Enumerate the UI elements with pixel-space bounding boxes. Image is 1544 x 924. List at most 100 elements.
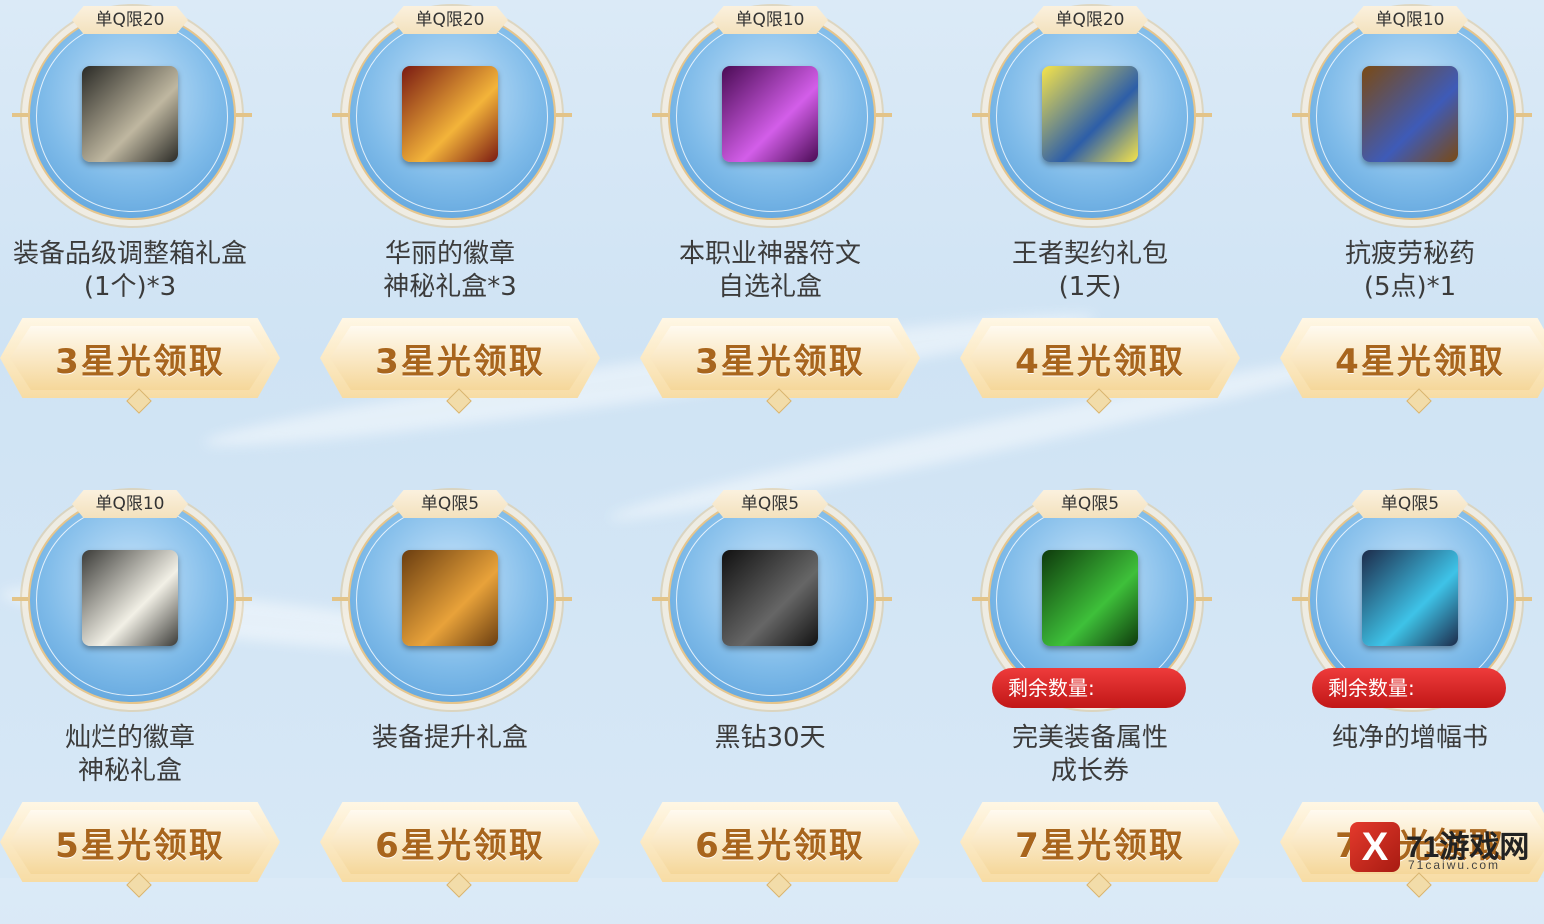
item-name-line2: 自选礼盒: [717, 272, 822, 302]
reward-card: 单Q限5 黑钻30天 6星光领取: [640, 484, 960, 924]
item-icon-ring: [12, 12, 252, 220]
item-icon-ring: [972, 12, 1212, 220]
item-icon-ring: [1292, 12, 1532, 220]
claim-button[interactable]: 5星光领取: [0, 802, 280, 882]
claim-button-label: 4星光领取: [1015, 341, 1185, 382]
claim-button[interactable]: 3星光领取: [640, 318, 920, 398]
reward-card: 单Q限10 本职业神器符文 自选礼盒 3星光领取: [640, 0, 960, 440]
watermark-logo-icon: X: [1350, 822, 1400, 872]
claim-button[interactable]: 3星光领取: [320, 318, 600, 398]
ring-spike: [332, 113, 348, 117]
purchase-limit-tag: 单Q限5: [392, 490, 508, 518]
claim-button[interactable]: 4星光领取: [1280, 318, 1544, 398]
ring-spike: [12, 597, 28, 601]
item-name-line1: 黑钻30天: [714, 723, 826, 753]
ring-spike: [556, 113, 572, 117]
claim-button-label: 3星光领取: [375, 341, 545, 382]
reward-card: 单Q限10 灿烂的徽章 神秘礼盒 5星光领取: [0, 484, 320, 924]
reward-card: 单Q限20 华丽的徽章 神秘礼盒*3 3星光领取: [320, 0, 640, 440]
claim-button-label: 4星光领取: [1335, 341, 1505, 382]
item-name-line2: (1天): [1058, 272, 1122, 302]
ring-spike: [332, 597, 348, 601]
dark-ornate-cube-icon: [82, 66, 178, 162]
watermark-domain: 71caiwu.com: [1408, 858, 1501, 872]
item-name-line1: 本职业神器符文: [678, 239, 861, 269]
green-sword-upgrade-icon: [1042, 550, 1138, 646]
purchase-limit-tag: 单Q限20: [392, 6, 508, 34]
ring-spike: [236, 597, 252, 601]
item-name-line2: 神秘礼盒: [77, 756, 182, 786]
item-name-line2: (1个)*3: [83, 272, 177, 302]
purchase-limit-tag: 单Q限20: [72, 6, 188, 34]
item-name-line1: 王者契约礼包: [1011, 239, 1168, 269]
item-name-line2: (5点)*1: [1363, 272, 1457, 302]
item-name-line1: 灿烂的徽章: [64, 723, 195, 753]
black-diamond-icon: [722, 550, 818, 646]
item-icon-ring: [652, 496, 892, 704]
golden-treasure-chest-icon: [402, 550, 498, 646]
item-name-line2: 神秘礼盒*3: [383, 272, 517, 302]
item-name-line1: 装备品级调整箱礼盒: [12, 239, 247, 269]
ring-spike: [12, 113, 28, 117]
claim-button-label: 5星光领取: [55, 825, 225, 866]
purchase-limit-tag: 单Q限10: [712, 6, 828, 34]
ring-spike: [1196, 597, 1212, 601]
purchase-limit-tag: 单Q限5: [1352, 490, 1468, 518]
ring-spike: [1292, 113, 1308, 117]
item-name: 装备品级调整箱礼盒 (1个)*3: [0, 238, 260, 304]
item-name-line1: 抗疲劳秘药: [1344, 239, 1475, 269]
ring-spike: [236, 113, 252, 117]
ring-spike: [1196, 113, 1212, 117]
purchase-limit-tag: 单Q限5: [1032, 490, 1148, 518]
ring-spike: [1516, 597, 1532, 601]
item-name: 纯净的增幅书: [1280, 722, 1540, 755]
purchase-limit-tag: 单Q限10: [72, 490, 188, 518]
site-watermark: X 71游戏网 71caiwu.com: [1344, 818, 1544, 878]
purchase-limit-tag: 单Q限10: [1352, 6, 1468, 34]
ring-spike: [556, 597, 572, 601]
item-name: 灿烂的徽章 神秘礼盒: [0, 722, 260, 788]
ring-spike: [972, 597, 988, 601]
blue-crystal-stone-icon: [1362, 550, 1458, 646]
claim-button[interactable]: 7星光领取: [960, 802, 1240, 882]
ring-spike: [652, 597, 668, 601]
claim-button-label: 3星光领取: [695, 341, 865, 382]
item-name: 完美装备属性 成长券: [960, 722, 1220, 788]
crossed-swords-contract-icon: [1042, 66, 1138, 162]
item-icon-ring: [12, 496, 252, 704]
claim-button-label: 6星光领取: [695, 825, 865, 866]
claim-button-label: 6星光领取: [375, 825, 545, 866]
ring-spike: [876, 113, 892, 117]
claim-button[interactable]: 3星光领取: [0, 318, 280, 398]
purchase-limit-tag: 单Q限20: [1032, 6, 1148, 34]
item-name-line1: 华丽的徽章: [384, 239, 515, 269]
item-icon-ring: [332, 496, 572, 704]
remaining-quantity-badge: 剩余数量:: [992, 668, 1186, 708]
item-name: 装备提升礼盒: [320, 722, 580, 755]
item-name: 抗疲劳秘药 (5点)*1: [1280, 238, 1540, 304]
item-name: 黑钻30天: [640, 722, 900, 755]
item-name: 本职业神器符文 自选礼盒: [640, 238, 900, 304]
golden-red-chest-icon: [402, 66, 498, 162]
potion-bottle-icon: [1362, 66, 1458, 162]
item-name-line1: 完美装备属性: [1011, 723, 1168, 753]
item-name-line2: 成长券: [1050, 756, 1129, 786]
item-icon-ring: [652, 12, 892, 220]
ring-spike: [652, 113, 668, 117]
reward-card: 单Q限20 装备品级调整箱礼盒 (1个)*3 3星光领取: [0, 0, 320, 440]
item-name-line1: 装备提升礼盒: [371, 723, 528, 753]
claim-button[interactable]: 6星光领取: [640, 802, 920, 882]
reward-card: 单Q限5 装备提升礼盒 6星光领取: [320, 484, 640, 924]
claim-button-label: 3星光领取: [55, 341, 225, 382]
claim-button[interactable]: 4星光领取: [960, 318, 1240, 398]
white-ornate-cube-icon: [82, 550, 178, 646]
item-name-line1: 纯净的增幅书: [1331, 723, 1488, 753]
ring-spike: [972, 113, 988, 117]
purchase-limit-tag: 单Q限5: [712, 490, 828, 518]
item-name: 王者契约礼包 (1天): [960, 238, 1220, 304]
reward-card: 单Q限20 王者契约礼包 (1天) 4星光领取: [960, 0, 1280, 440]
reward-card: 单Q限10 抗疲劳秘药 (5点)*1 4星光领取: [1280, 0, 1544, 440]
claim-button[interactable]: 6星光领取: [320, 802, 600, 882]
claim-button-label: 7星光领取: [1015, 825, 1185, 866]
ring-spike: [1292, 597, 1308, 601]
